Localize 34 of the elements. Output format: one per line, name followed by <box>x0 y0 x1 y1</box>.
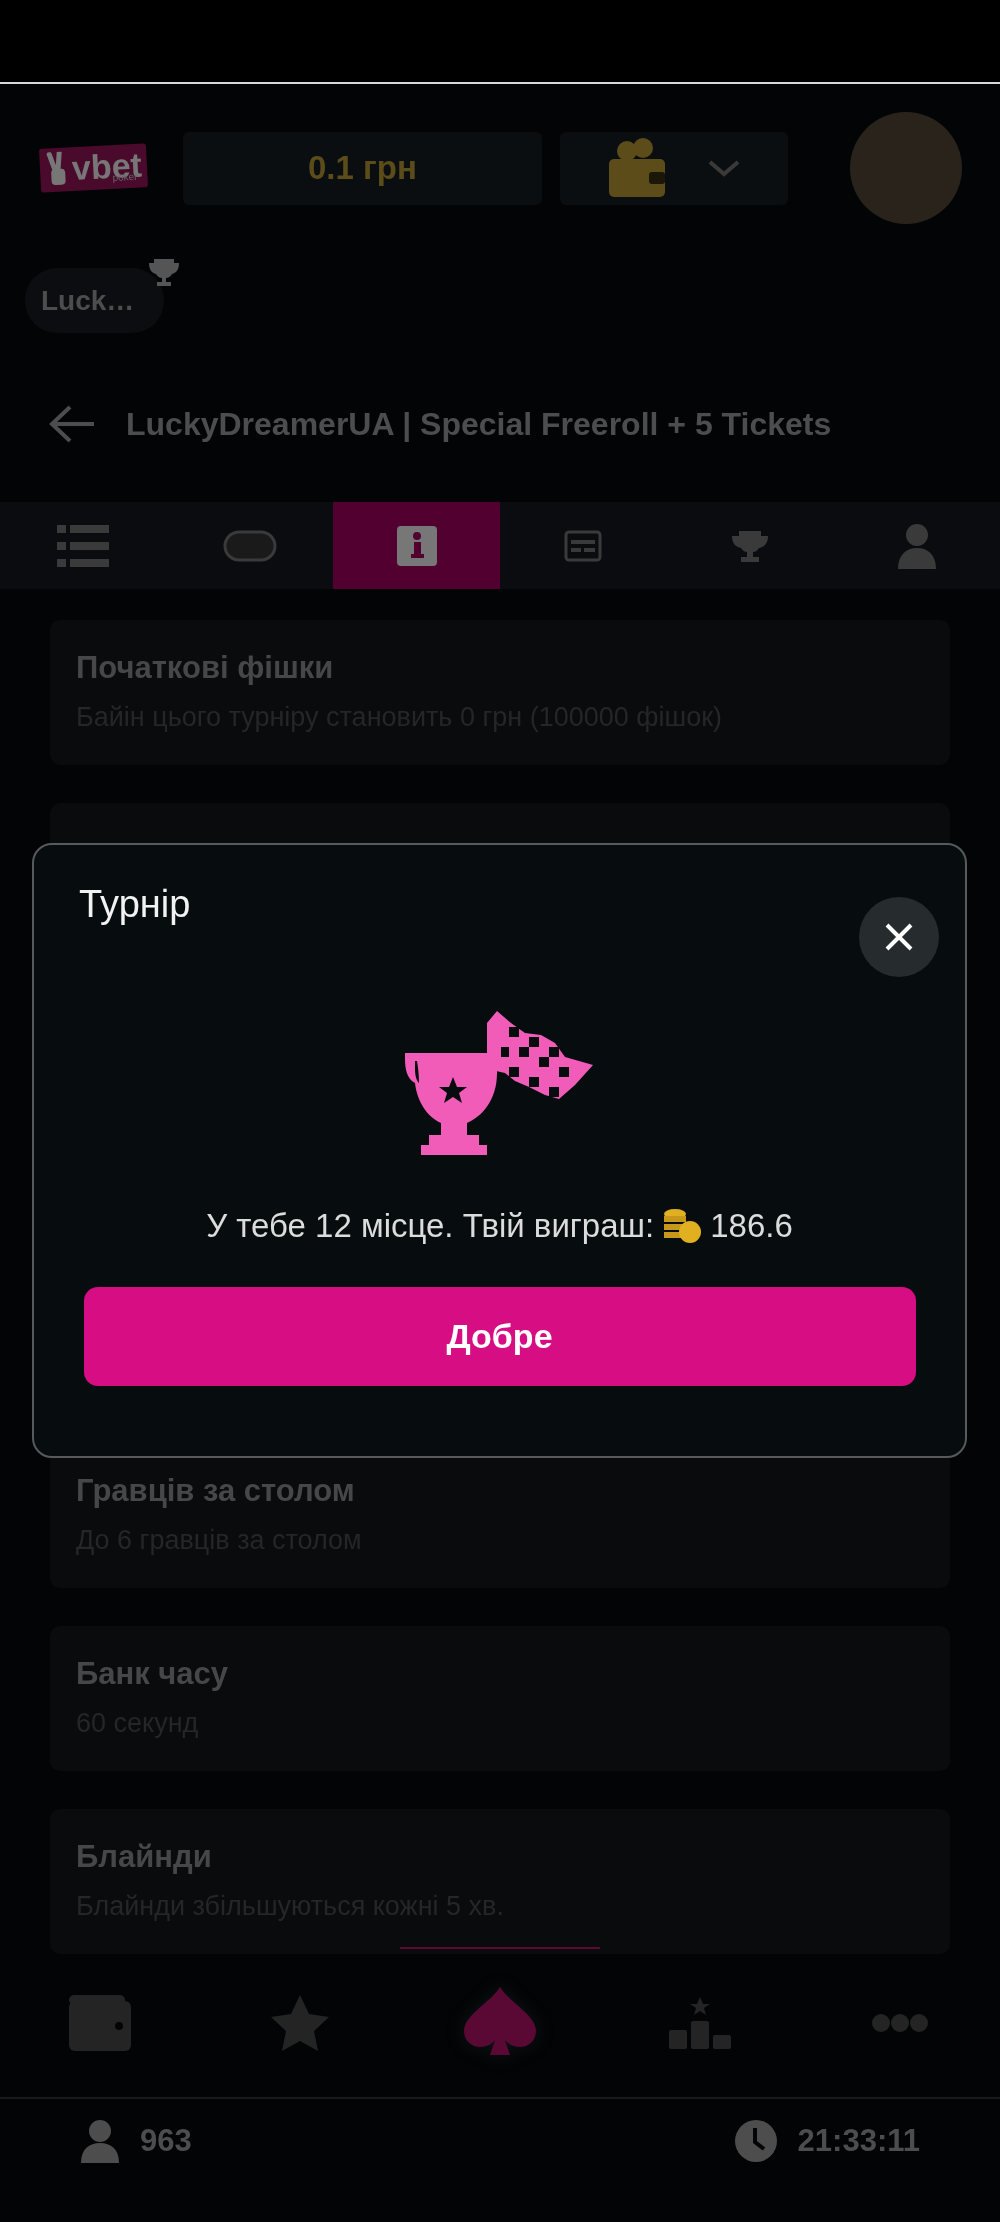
more-icon[interactable] <box>872 2014 928 2032</box>
tournament-chip[interactable]: Luck… <box>25 268 165 333</box>
coins-icon <box>662 1208 703 1244</box>
clock-time: 21:33:11 <box>797 2123 920 2159</box>
wallet-icon <box>606 137 667 199</box>
person-icon <box>896 522 937 569</box>
star-icon[interactable] <box>269 1993 331 2053</box>
card-title: Гравців за столом <box>76 1473 356 1509</box>
dialog-title: Турнір <box>79 883 191 927</box>
prize-amount: 186.6 <box>710 1207 793 1245</box>
player-count: 963 <box>140 2123 192 2159</box>
wallet-selector[interactable] <box>559 131 788 205</box>
back-arrow-icon[interactable] <box>48 404 96 444</box>
card-title: Початкові фішки <box>76 650 335 686</box>
logo[interactable]: vbet poker <box>38 143 148 193</box>
close-icon <box>885 923 913 951</box>
card-title: Банк часу <box>76 1656 230 1692</box>
trophy-icon <box>731 528 769 563</box>
result-message: У тебе 12 місце. Твій виграш: <box>206 1207 655 1245</box>
card-title: Блайнди <box>76 1839 213 1875</box>
tab[interactable] <box>333 502 500 589</box>
ok-button[interactable]: Добре <box>83 1287 916 1386</box>
balance-display[interactable]: 0.1 грн <box>182 131 542 205</box>
chevron-down-icon <box>706 158 741 178</box>
list-icon <box>57 524 110 567</box>
wallet-icon[interactable] <box>69 1995 131 2051</box>
page-title: LuckyDreamerUA | Special Freeroll + 5 Tickets <box>126 405 832 443</box>
clock-icon <box>733 2119 778 2163</box>
poker-table-icon <box>223 529 277 562</box>
podium-icon[interactable] <box>669 1997 731 2049</box>
ticket-icon <box>564 529 603 562</box>
person-icon <box>80 2119 120 2163</box>
trophy-icon <box>148 256 181 288</box>
info-icon <box>396 525 437 566</box>
